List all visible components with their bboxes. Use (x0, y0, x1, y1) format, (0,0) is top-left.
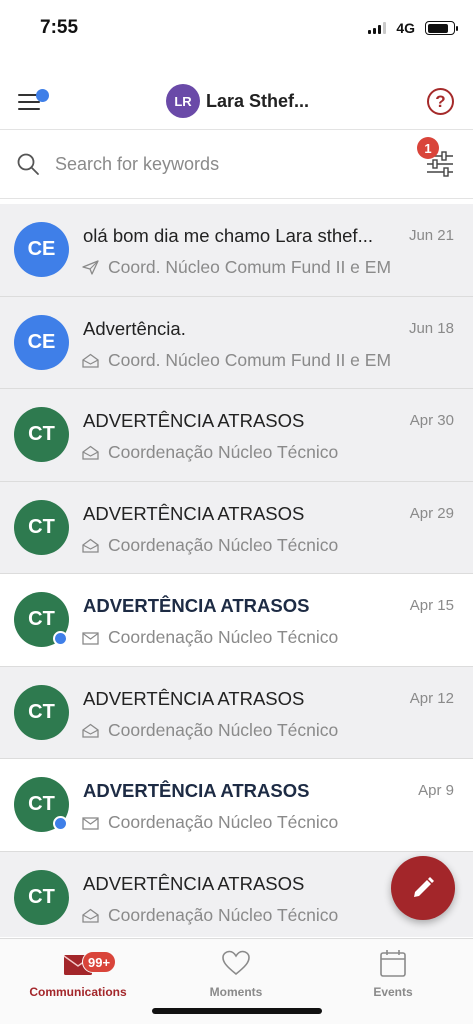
search-input[interactable] (55, 151, 355, 177)
sender-line: Coordenação Núcleo Técnico (82, 905, 338, 926)
envelope-icon (82, 632, 99, 645)
tab-events[interactable]: Events (333, 949, 453, 999)
message-subject: ADVERTÊNCIA ATRASOS (83, 780, 310, 801)
pencil-icon (414, 877, 434, 897)
search-icon (17, 153, 39, 175)
sender-avatar: CT (14, 499, 69, 555)
message-date: Apr 15 (409, 597, 454, 614)
search-bar (0, 131, 473, 199)
profile-name: Lara Sthef... (206, 90, 310, 111)
message-date: Apr 9 (418, 782, 454, 799)
envelope-open-icon (82, 353, 99, 368)
message-sender: Coordenação Núcleo Técnico (108, 719, 339, 740)
message-sender: Coordenação Núcleo Técnico (108, 442, 339, 462)
message-date: Apr 12 (409, 689, 454, 707)
message-row[interactable]: CE Advertência. Jun 18 Coord. Núcleo Comum … (0, 296, 473, 389)
sender-avatar: CT (14, 869, 69, 925)
notification-badge: 99+ (82, 951, 117, 973)
profile-switcher[interactable]: LR Lara Sthef... (166, 84, 309, 118)
status-time: 7:55 (40, 17, 79, 38)
message-subject: ADVERTÊNCIA ATRASOS (83, 502, 305, 524)
app-header: LR Lara Sthef... ? (0, 72, 473, 130)
filter-count-badge: 1 (417, 137, 439, 159)
signal-icon (368, 22, 387, 34)
sender-line: Coordenação Núcleo Técnico (82, 627, 338, 648)
sender-avatar: CE (14, 314, 69, 370)
message-row[interactable]: CT ADVERTÊNCIA ATRASOS Apr 15 Coordenação N… (0, 574, 473, 667)
message-date: Apr 30 (409, 412, 454, 429)
home-indicator (152, 1008, 322, 1014)
status-bar: 7:55 4G (0, 0, 473, 56)
message-sender: Coord. Núcleo Comum Fund II e EM (108, 257, 392, 277)
menu-button[interactable] (16, 88, 50, 116)
sender-line: Coordenação Núcleo Técnico (82, 442, 338, 463)
sender-line: Coord. Núcleo Comum Fund II e EM (82, 257, 391, 278)
sender-line: Coord. Núcleo Comum Fund II e EM (82, 350, 391, 371)
sender-line: Coordenação Núcleo Técnico (82, 720, 338, 741)
envelope-open-icon (82, 445, 99, 460)
message-date: Jun 18 (408, 319, 454, 337)
message-subject: olá bom dia me chamo Lara sthef... (83, 225, 373, 246)
help-icon: ? (435, 91, 446, 111)
unread-dot (53, 816, 68, 831)
envelope-open-icon (82, 538, 99, 553)
message-subject: ADVERTÊNCIA ATRASOS (83, 410, 305, 431)
message-sender: Coordenação Núcleo Técnico (108, 904, 339, 925)
battery-icon (425, 21, 458, 35)
menu-notification-dot (36, 89, 49, 102)
message-sender: Coordenação Núcleo Técnico (108, 534, 339, 555)
message-subject: ADVERTÊNCIA ATRASOS (83, 687, 305, 709)
compose-button[interactable] (391, 856, 455, 920)
message-row[interactable]: CT ADVERTÊNCIA ATRASOS Apr 29 Coordenação N… (0, 481, 473, 574)
tab-moments[interactable]: Moments (176, 949, 296, 999)
message-date: Apr 29 (409, 504, 454, 522)
envelope-open-icon (82, 908, 99, 923)
heart-icon (222, 950, 250, 976)
sender-avatar: CE (14, 222, 69, 277)
unread-dot (53, 631, 68, 646)
help-button[interactable]: ? (427, 88, 454, 115)
message-date: Jun 21 (408, 227, 454, 244)
message-row[interactable]: CE olá bom dia me chamo Lara sthef... Jun … (0, 204, 473, 297)
message-sender: Coordenação Núcleo Técnico (108, 812, 339, 832)
message-sender: Coord. Núcleo Comum Fund II e EM (108, 349, 392, 370)
tab-label: Communications (29, 985, 127, 999)
tab-label: Events (373, 985, 413, 999)
tab-label: Moments (209, 985, 263, 999)
sender-line: Coordenação Núcleo Técnico (82, 812, 338, 833)
message-row[interactable]: CT ADVERTÊNCIA ATRASOS Apr 9 Coordenação Nú… (0, 759, 473, 852)
paper-plane-icon (82, 260, 99, 275)
sender-line: Coordenação Núcleo Técnico (82, 535, 338, 556)
message-subject: ADVERTÊNCIA ATRASOS (83, 595, 310, 616)
message-sender: Coordenação Núcleo Técnico (108, 627, 339, 647)
tab-communications[interactable]: Communications 99+ (18, 949, 138, 999)
message-list: CE olá bom dia me chamo Lara sthef... Jun … (0, 204, 473, 937)
envelope-icon (82, 817, 99, 830)
profile-avatar: LR (166, 84, 200, 118)
message-row[interactable]: CT ADVERTÊNCIA ATRASOS Apr 12 Coordenação N… (0, 666, 473, 759)
message-subject: Advertência. (83, 317, 186, 339)
calendar-icon (380, 950, 406, 977)
sender-avatar: CT (14, 407, 69, 462)
status-indicators: 4G (368, 20, 458, 36)
network-label: 4G (396, 20, 415, 36)
message-subject: ADVERTÊNCIA ATRASOS (83, 872, 305, 894)
message-row[interactable]: CT ADVERTÊNCIA ATRASOS Apr 30 Coordenação N… (0, 389, 473, 482)
envelope-open-icon (82, 723, 99, 738)
sender-avatar: CT (14, 684, 69, 740)
